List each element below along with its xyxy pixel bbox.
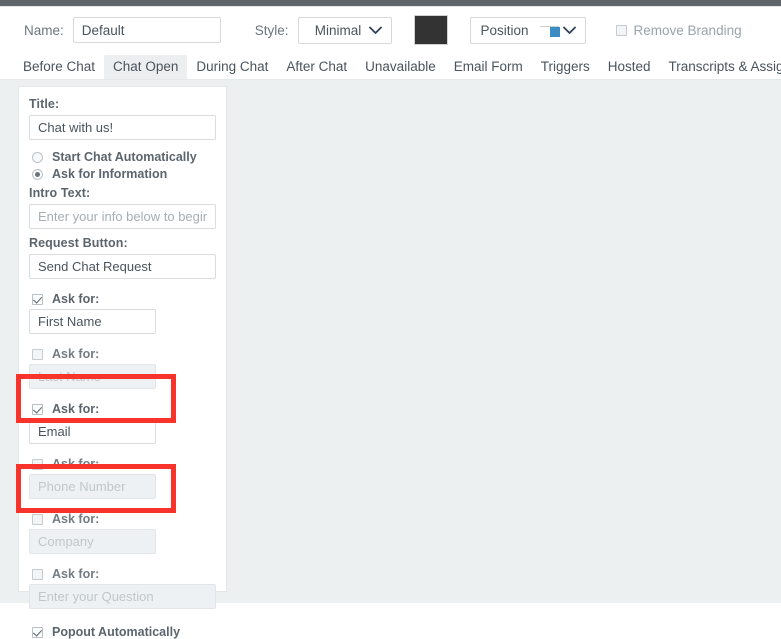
position-corner-icon bbox=[539, 23, 560, 37]
style-select[interactable]: Minimal bbox=[297, 16, 392, 44]
ask-email-label: Ask for: bbox=[52, 402, 100, 416]
request-button-input[interactable] bbox=[29, 254, 216, 279]
request-button-label: Request Button: bbox=[29, 236, 128, 250]
checkbox-icon bbox=[32, 458, 43, 470]
style-select-value: Minimal bbox=[314, 22, 362, 38]
checkbox-icon bbox=[32, 626, 43, 638]
checkbox-icon bbox=[32, 403, 43, 415]
popout-automatically-checkbox[interactable]: Popout Automatically bbox=[32, 625, 216, 639]
radio-start-chat-automatically-label: Start Chat Automatically bbox=[52, 150, 197, 164]
tab-before-chat[interactable]: Before Chat bbox=[14, 55, 104, 79]
ask-question-checkbox-row[interactable]: Ask for: bbox=[32, 567, 216, 581]
ask-phone-number-checkbox-row[interactable]: Ask for: bbox=[32, 457, 216, 471]
tab-unavailable[interactable]: Unavailable bbox=[356, 55, 445, 79]
remove-branding-label: Remove Branding bbox=[633, 22, 742, 38]
checkbox-icon bbox=[32, 348, 43, 360]
position-select-value: Position bbox=[480, 22, 529, 38]
ask-company-checkbox-row[interactable]: Ask for: bbox=[32, 512, 216, 526]
chat-open-settings-panel: Title: Start Chat Automatically Ask for … bbox=[18, 86, 227, 639]
radio-ask-for-information[interactable]: Ask for Information bbox=[32, 167, 216, 181]
ask-field-phone-number: Ask for: bbox=[29, 457, 216, 506]
workspace-area: Title: Start Chat Automatically Ask for … bbox=[0, 80, 781, 639]
chevron-down-icon bbox=[368, 26, 384, 35]
name-label: Name: bbox=[24, 22, 64, 38]
ask-email-checkbox-row[interactable]: Ask for: bbox=[32, 402, 216, 416]
popout-automatically-label: Popout Automatically bbox=[52, 625, 181, 639]
ask-first-name-input[interactable] bbox=[29, 309, 156, 334]
ask-phone-number-label: Ask for: bbox=[52, 457, 100, 471]
tab-triggers[interactable]: Triggers bbox=[532, 55, 599, 79]
ask-first-name-label: Ask for: bbox=[52, 292, 100, 306]
radio-icon bbox=[32, 168, 43, 180]
tab-after-chat[interactable]: After Chat bbox=[277, 55, 356, 79]
ask-phone-number-input[interactable] bbox=[29, 474, 156, 499]
tab-chat-open[interactable]: Chat Open bbox=[104, 55, 188, 79]
name-input[interactable] bbox=[72, 17, 221, 43]
intro-text-input[interactable] bbox=[29, 204, 216, 229]
ask-question-input[interactable] bbox=[29, 584, 216, 609]
checkbox-icon bbox=[32, 513, 43, 525]
tab-hosted[interactable]: Hosted bbox=[599, 55, 660, 79]
ask-field-company: Ask for: bbox=[29, 512, 216, 561]
ask-question-label: Ask for: bbox=[52, 567, 100, 581]
ask-field-email: Ask for: bbox=[29, 402, 216, 451]
intro-text-label: Intro Text: bbox=[29, 186, 91, 200]
checkbox-icon bbox=[32, 568, 43, 580]
tab-bar: Before Chat Chat Open During Chat After … bbox=[0, 53, 781, 79]
settings-toolbar: Name: Style: Minimal Position Remove Bra… bbox=[0, 7, 781, 53]
color-swatch-button[interactable] bbox=[413, 15, 448, 45]
tab-transcripts-assignments[interactable]: Transcripts & Assignments bbox=[660, 55, 781, 79]
remove-branding-checkbox[interactable]: Remove Branding bbox=[615, 22, 742, 38]
position-select[interactable]: Position bbox=[469, 16, 586, 44]
style-label: Style: bbox=[254, 22, 289, 38]
ask-last-name-checkbox-row[interactable]: Ask for: bbox=[32, 347, 216, 361]
radio-icon bbox=[32, 151, 43, 163]
ask-email-input[interactable] bbox=[29, 419, 156, 444]
chevron-down-icon bbox=[562, 26, 578, 35]
radio-start-chat-automatically[interactable]: Start Chat Automatically bbox=[32, 150, 216, 164]
tab-during-chat[interactable]: During Chat bbox=[187, 55, 277, 79]
checkbox-icon bbox=[615, 24, 627, 36]
tab-email-form[interactable]: Email Form bbox=[445, 55, 532, 79]
title-input[interactable] bbox=[29, 115, 216, 140]
radio-ask-for-information-label: Ask for Information bbox=[52, 167, 168, 181]
ask-field-question: Ask for: bbox=[29, 567, 216, 616]
ask-first-name-checkbox-row[interactable]: Ask for: bbox=[32, 292, 216, 306]
checkbox-icon bbox=[32, 293, 43, 305]
ask-company-label: Ask for: bbox=[52, 512, 100, 526]
ask-company-input[interactable] bbox=[29, 529, 156, 554]
ask-field-last-name: Ask for: bbox=[29, 347, 216, 396]
ask-field-first-name: Ask for: bbox=[29, 292, 216, 341]
title-label: Title: bbox=[29, 97, 60, 111]
ask-last-name-label: Ask for: bbox=[52, 347, 100, 361]
ask-last-name-input[interactable] bbox=[29, 364, 156, 389]
